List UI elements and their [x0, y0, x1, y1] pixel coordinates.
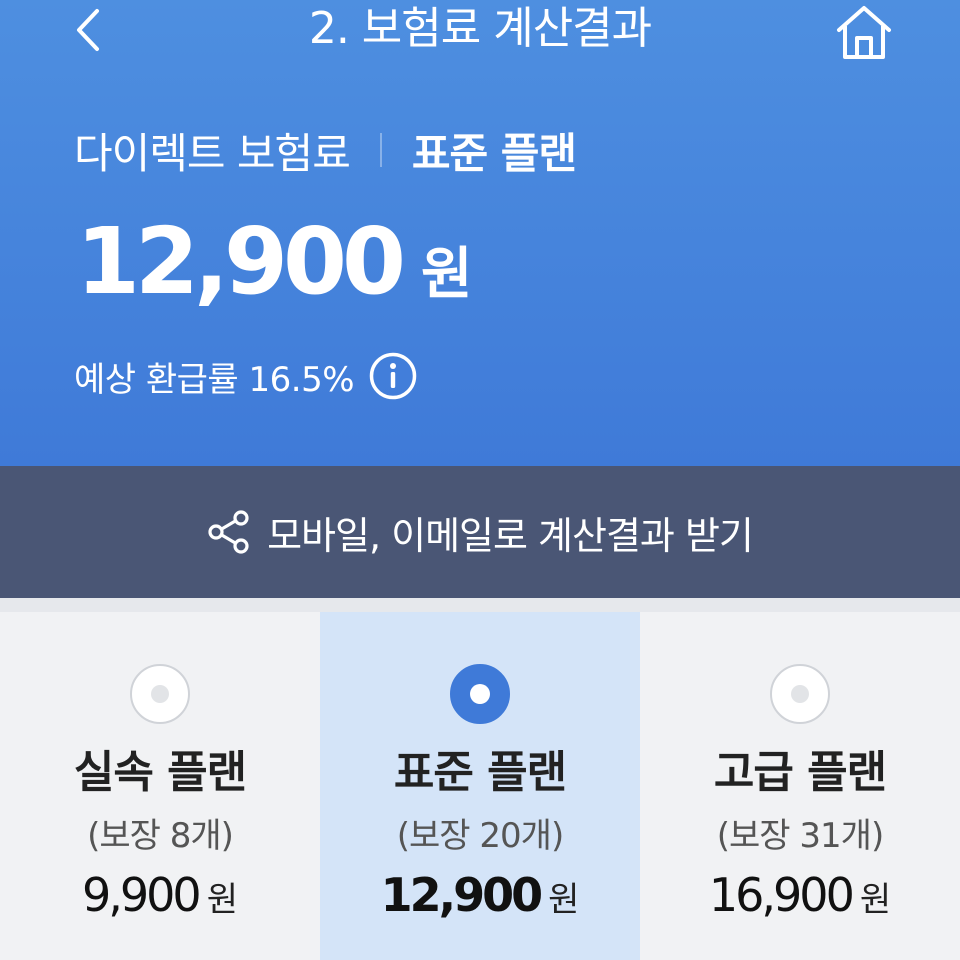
plan-title: 실속 플랜	[73, 747, 247, 798]
plan-option-premium[interactable]: 고급 플랜 (보장 31개) 16,900 원	[640, 612, 960, 960]
plan-coverage: (보장 8개)	[87, 816, 234, 856]
home-icon	[837, 6, 891, 59]
product-label: 다이렉트 보험료	[74, 128, 351, 178]
refund-rate: 예상 환급률 16.5%	[74, 348, 418, 404]
plan-title: 고급 플랜	[713, 747, 887, 798]
info-icon[interactable]	[368, 351, 418, 401]
plan-option-standard[interactable]: 표준 플랜 (보장 20개) 12,900 원	[320, 612, 640, 960]
plan-price-unit: 원	[206, 880, 238, 920]
plan-title: 표준 플랜	[393, 747, 567, 798]
share-label: 모바일, 이메일로 계산결과 받기	[267, 513, 754, 558]
plan-price-unit: 원	[548, 880, 580, 920]
premium-amount: 12,900 원	[76, 208, 473, 318]
refund-rate-text: 예상 환급률 16.5%	[74, 359, 355, 400]
radio-button[interactable]	[770, 664, 830, 724]
plan-coverage: (보장 20개)	[396, 816, 564, 856]
radio-dot	[151, 685, 169, 703]
section-separator	[0, 598, 960, 612]
plan-price-value: 16,900	[708, 868, 855, 922]
plan-option-basic[interactable]: 실속 플랜 (보장 8개) 9,900 원	[0, 612, 320, 960]
radio-button[interactable]	[450, 664, 510, 724]
premium-unit: 원	[421, 242, 473, 307]
plan-coverage: (보장 31개)	[716, 816, 884, 856]
plan-price-unit: 원	[859, 880, 892, 920]
divider	[379, 133, 382, 167]
top-bar: 2. 보험료 계산결과	[0, 0, 960, 60]
plan-price-value: 12,900	[380, 868, 544, 922]
premium-value: 12,900	[76, 208, 406, 315]
current-plan-name: 표준 플랜	[411, 128, 577, 178]
plan-price: 9,900 원	[0, 868, 320, 922]
radio-button[interactable]	[130, 664, 190, 724]
share-icon	[208, 510, 249, 554]
plan-price: 16,900 원	[640, 868, 960, 922]
share-results-button[interactable]: 모바일, 이메일로 계산결과 받기	[0, 466, 960, 598]
radio-dot	[470, 684, 490, 704]
plan-selector: 실속 플랜 (보장 8개) 9,900 원 표준 플랜 (보장 20개) 12,…	[0, 612, 960, 960]
plan-summary-line: 다이렉트 보험료 표준 플랜	[74, 120, 577, 180]
plan-price: 12,900 원	[320, 868, 640, 922]
page-title: 2. 보험료 계산결과	[308, 3, 652, 54]
result-header-panel: 2. 보험료 계산결과 다이렉트 보험료 표준 플랜 12,900 원 예상 환…	[0, 0, 960, 466]
home-button[interactable]	[828, 0, 900, 64]
plan-price-value: 9,900	[82, 868, 202, 922]
radio-dot	[791, 685, 809, 703]
